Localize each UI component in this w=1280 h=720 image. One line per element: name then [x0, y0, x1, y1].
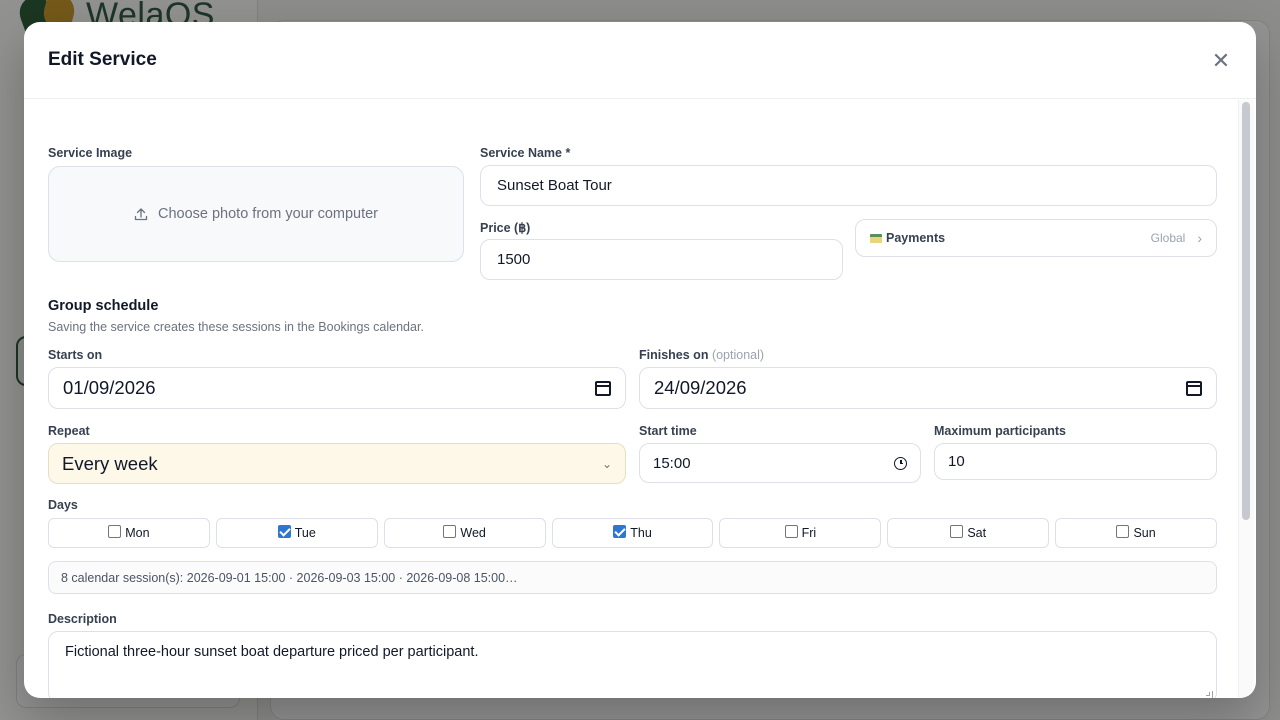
finishes-on-date-input[interactable]: 24/09/2026: [639, 367, 1217, 409]
upload-text: Choose photo from your computer: [157, 206, 379, 222]
max-participants-label: Maximum participants: [934, 424, 1066, 438]
group-schedule-subtitle: Saving the service creates these session…: [48, 320, 424, 334]
finishes-on-label-text: Finishes on: [639, 348, 709, 362]
card-icon: [870, 233, 882, 243]
scrollbar-thumb[interactable]: [1242, 102, 1250, 520]
modal-title: Edit Service: [48, 49, 157, 70]
clock-icon[interactable]: [894, 456, 907, 470]
day-label: Thu: [630, 526, 652, 540]
start-time-input[interactable]: 15:00: [639, 443, 921, 483]
chevron-right-icon: ›: [1197, 230, 1202, 246]
day-tue[interactable]: Tue: [215, 518, 378, 548]
day-label: Tue: [294, 526, 316, 540]
day-checkbox[interactable]: [1116, 524, 1130, 538]
day-thu[interactable]: Thu: [551, 518, 714, 548]
price-input[interactable]: 1500: [480, 239, 843, 280]
edit-service-modal: Edit Service ✕ Service Image Choose phot…: [24, 22, 1256, 698]
optional-hint: (optional): [711, 348, 765, 362]
day-checkbox[interactable]: [108, 524, 122, 538]
calendar-icon[interactable]: [1186, 380, 1202, 396]
day-label: Wed: [460, 526, 486, 540]
modal-header: Edit Service ✕: [24, 22, 1256, 99]
price-value: 1500: [497, 251, 531, 268]
day-checkbox[interactable]: [277, 524, 291, 538]
day-checkbox[interactable]: [613, 524, 627, 538]
service-name-value: Sunset Boat Tour: [497, 177, 612, 194]
sessions-summary-text: 8 calendar session(s): 2026-09-01 15:00 …: [61, 570, 518, 585]
start-time-value: 15:00: [653, 454, 691, 472]
payments-link[interactable]: Payments Global ›: [855, 219, 1217, 257]
repeat-select[interactable]: Every week ⌄: [48, 443, 626, 484]
description-textarea[interactable]: Fictional three-hour sunset boat departu…: [48, 631, 1217, 698]
service-image-upload[interactable]: Choose photo from your computer: [48, 166, 464, 262]
days-label: Days: [48, 498, 78, 512]
payments-value: Global: [1150, 231, 1186, 245]
group-schedule-title: Group schedule: [48, 298, 159, 314]
close-icon[interactable]: ✕: [1210, 50, 1232, 72]
day-checkbox[interactable]: [950, 524, 964, 538]
modal-body: Service Image Choose photo from your com…: [24, 100, 1256, 698]
finishes-on-label: Finishes on (optional): [639, 348, 764, 362]
description-value: Fictional three-hour sunset boat departu…: [65, 644, 479, 660]
finishes-on-value: 24/09/2026: [654, 377, 747, 398]
calendar-icon[interactable]: [595, 380, 611, 396]
repeat-label: Repeat: [48, 424, 90, 438]
max-participants-input[interactable]: 10: [934, 443, 1217, 480]
day-label: Fri: [801, 526, 817, 540]
day-sat[interactable]: Sat: [887, 518, 1050, 548]
day-fri[interactable]: Fri: [719, 518, 882, 548]
price-label: Price (฿): [480, 221, 531, 235]
day-sun[interactable]: Sun: [1055, 518, 1218, 548]
repeat-value: Every week: [62, 452, 158, 474]
service-image-label: Service Image: [48, 146, 133, 160]
starts-on-date-input[interactable]: 01/09/2026: [48, 367, 626, 409]
day-label: Sat: [967, 526, 987, 540]
resize-handle-icon[interactable]: [1205, 691, 1213, 698]
day-label: Sun: [1133, 526, 1156, 540]
description-label: Description: [48, 612, 117, 626]
day-checkbox[interactable]: [784, 524, 798, 538]
payments-label: Payments: [886, 231, 946, 245]
service-name-input[interactable]: Sunset Boat Tour: [480, 165, 1217, 206]
starts-on-label: Starts on: [48, 348, 103, 362]
day-wed[interactable]: Wed: [383, 518, 546, 548]
starts-on-value: 01/09/2026: [63, 377, 156, 398]
service-name-label: Service Name *: [480, 146, 571, 160]
sessions-summary: 8 calendar session(s): 2026-09-01 15:00 …: [48, 561, 1217, 594]
day-mon[interactable]: Mon: [48, 518, 210, 548]
max-participants-value: 10: [948, 453, 965, 470]
start-time-label: Start time: [639, 424, 697, 438]
day-label: Mon: [125, 526, 150, 540]
chevron-down-icon: ⌄: [601, 456, 612, 471]
day-checkbox[interactable]: [443, 524, 457, 538]
upload-icon: [134, 208, 148, 221]
days-group: Mon Tue Wed Thu Fri Sat Sun: [48, 518, 1218, 548]
